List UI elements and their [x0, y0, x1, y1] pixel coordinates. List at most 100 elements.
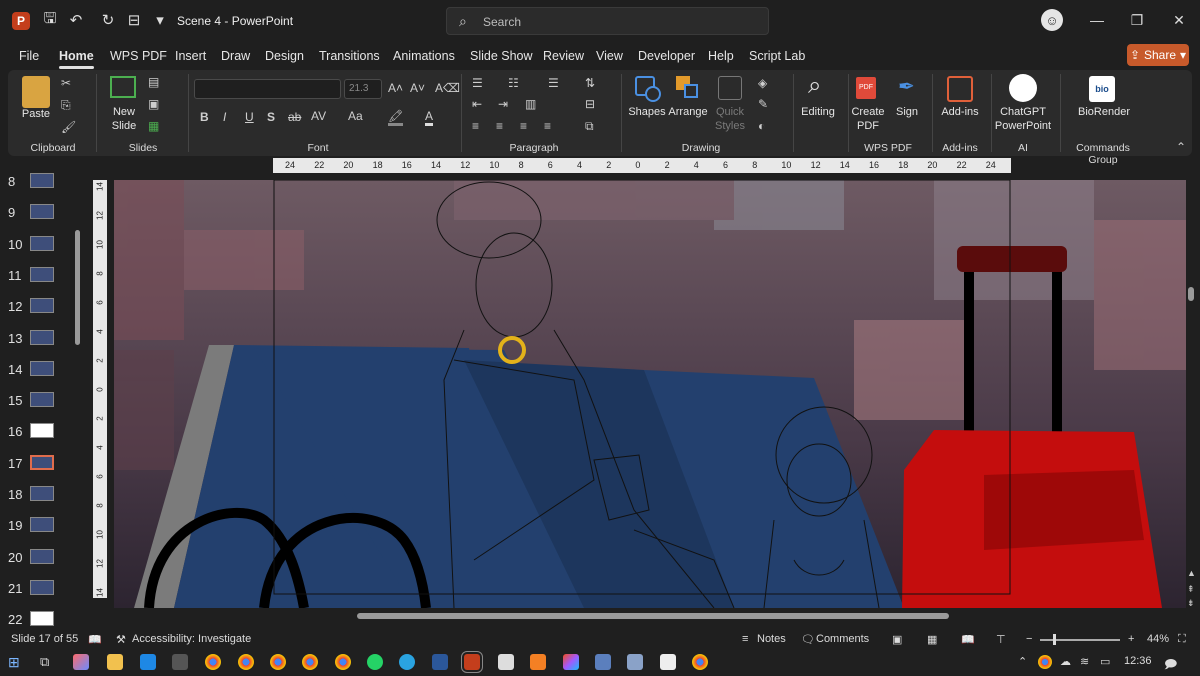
slide-thumbnail[interactable] — [30, 392, 54, 408]
slide-sorter-icon[interactable]: ▦ — [927, 633, 937, 646]
comments-button[interactable]: Comments — [816, 633, 869, 645]
previous-slide-icon[interactable]: ⇞ — [1187, 584, 1195, 595]
chrome-icon[interactable] — [302, 654, 318, 670]
store-icon[interactable] — [172, 654, 188, 670]
zoom-out-icon[interactable]: − — [1026, 633, 1032, 645]
editing-label[interactable]: Editing — [798, 105, 838, 119]
paste-icon[interactable] — [22, 76, 50, 108]
columns-icon[interactable]: ▥ — [525, 97, 536, 111]
cut-icon[interactable]: ✂ — [61, 76, 71, 90]
shape-effects-icon[interactable]: ◐ — [758, 119, 765, 133]
copy-icon[interactable]: ⎘ — [61, 98, 71, 113]
notes-button[interactable]: Notes — [757, 633, 786, 645]
increase-indent-icon[interactable]: ⇥ — [498, 97, 508, 111]
create-pdf-label-2[interactable]: PDF — [848, 119, 888, 133]
slide-thumbnail-row[interactable]: 21 — [0, 575, 80, 605]
new-slide-icon[interactable] — [110, 76, 136, 98]
file-explorer-icon[interactable] — [107, 654, 123, 670]
slide-thumbnail-row[interactable]: 17 — [0, 450, 80, 480]
tab-transitions[interactable]: Transitions — [319, 49, 380, 63]
shadow-button[interactable]: S — [267, 110, 275, 124]
tab-home[interactable]: Home — [59, 49, 94, 69]
redo-icon[interactable]: ↻ — [98, 10, 118, 30]
quick-styles-icon[interactable] — [718, 76, 742, 100]
slide-thumbnail[interactable] — [30, 173, 54, 188]
line-spacing-icon[interactable]: ☰ — [548, 76, 559, 90]
slide-thumbnail[interactable] — [30, 611, 54, 627]
wifi-icon[interactable]: ≋ — [1080, 655, 1089, 668]
spelling-icon[interactable]: 📖 — [88, 633, 102, 646]
slide-thumbnail[interactable] — [30, 423, 54, 439]
clock-time[interactable]: 12:36 — [1124, 655, 1152, 667]
underline-button[interactable]: U — [245, 110, 254, 124]
task-view-icon[interactable]: ⧉ — [40, 654, 49, 670]
find-icon[interactable]: ⌕ — [808, 72, 821, 100]
tab-help[interactable]: Help — [708, 49, 734, 63]
tab-script-lab[interactable]: Script Lab — [749, 49, 805, 63]
slide-thumbnail[interactable] — [30, 360, 54, 376]
chrome-icon[interactable] — [335, 654, 351, 670]
justify-icon[interactable]: ≡ — [544, 119, 551, 133]
word-icon[interactable] — [432, 654, 448, 670]
text-direction-icon[interactable]: ⇅ — [585, 76, 595, 90]
decrease-font-icon[interactable]: A˅ — [410, 81, 425, 95]
customize-toolbar-icon[interactable]: ▾ — [150, 10, 170, 30]
normal-view-icon[interactable]: ▣ — [892, 633, 902, 646]
paste-label[interactable]: Paste — [18, 107, 54, 121]
slide-thumbnail-row[interactable]: 16 — [0, 418, 80, 448]
format-painter-icon[interactable]: 🖌 — [61, 120, 76, 134]
slide-thumbnail[interactable] — [30, 486, 54, 501]
slide-thumbnail-row[interactable]: 12 — [0, 293, 80, 323]
chrome-icon[interactable] — [205, 654, 221, 670]
app-icon[interactable] — [660, 654, 676, 670]
copilot-icon[interactable] — [73, 654, 89, 670]
slide-thumbnail[interactable] — [30, 298, 54, 314]
slide-thumbnail-row[interactable]: 9 — [0, 199, 80, 229]
create-pdf-label-1[interactable]: Create — [848, 105, 888, 119]
section-icon[interactable]: ▦ — [148, 119, 159, 133]
app-icon[interactable] — [595, 654, 611, 670]
next-slide-icon[interactable]: ⇟ — [1187, 598, 1195, 609]
tab-slide-show[interactable]: Slide Show — [470, 49, 533, 63]
shape-fill-icon[interactable]: ◈ — [758, 76, 767, 90]
slide-thumbnail-row[interactable]: 15 — [0, 387, 80, 417]
bullets-icon[interactable]: ☰ — [472, 76, 483, 90]
tab-review[interactable]: Review — [543, 49, 584, 63]
chrome-icon[interactable] — [692, 654, 708, 670]
accessibility-icon[interactable]: ⚒ — [116, 633, 126, 646]
vlc-icon[interactable] — [530, 654, 546, 670]
telegram-icon[interactable] — [399, 654, 415, 670]
slide-thumbnail-row[interactable]: 10 — [0, 231, 80, 261]
slide-thumbnail-row[interactable]: 8 — [0, 168, 80, 198]
slideshow-view-icon[interactable]: ⊤ — [996, 633, 1006, 646]
cloud-icon[interactable]: ☁ — [1060, 655, 1071, 668]
italic-button[interactable]: I — [223, 110, 226, 124]
chrome-icon[interactable] — [238, 654, 254, 670]
tab-developer[interactable]: Developer — [638, 49, 695, 63]
fit-to-window-icon[interactable]: ⛶ — [1178, 633, 1186, 646]
windows-start-icon[interactable]: ⊞ — [8, 654, 20, 671]
addins-icon[interactable] — [947, 76, 973, 102]
slide-thumbnail-row[interactable]: 20 — [0, 544, 80, 574]
highlight-icon[interactable]: 🖍 — [388, 109, 404, 126]
sign-label[interactable]: Sign — [892, 105, 922, 119]
tab-view[interactable]: View — [596, 49, 623, 63]
bold-button[interactable]: B — [200, 110, 209, 124]
chatgpt-icon[interactable] — [1009, 74, 1037, 102]
shape-outline-icon[interactable]: ✎ — [758, 97, 768, 111]
slide-thumbnail[interactable] — [30, 579, 54, 595]
slide-thumbnail[interactable] — [30, 266, 54, 282]
notification-icon[interactable]: 🗩 — [1164, 655, 1177, 676]
save-icon[interactable]: 🖫 — [40, 10, 60, 30]
app-icon[interactable] — [498, 654, 514, 670]
smartart-icon[interactable]: ⧉ — [585, 119, 594, 134]
shapes-label[interactable]: Shapes — [627, 105, 667, 119]
whatsapp-icon[interactable] — [367, 654, 383, 670]
slide-thumbnail-row[interactable]: 19 — [0, 512, 80, 542]
slide-thumbnail-row[interactable]: 18 — [0, 481, 80, 511]
numbering-icon[interactable]: ☷ — [508, 76, 519, 90]
clear-format-icon[interactable]: A⌫ — [435, 81, 460, 95]
change-case-icon[interactable]: Aa — [348, 109, 363, 123]
app-icon[interactable] — [140, 654, 156, 670]
vertical-scrollbar[interactable] — [1188, 287, 1194, 301]
